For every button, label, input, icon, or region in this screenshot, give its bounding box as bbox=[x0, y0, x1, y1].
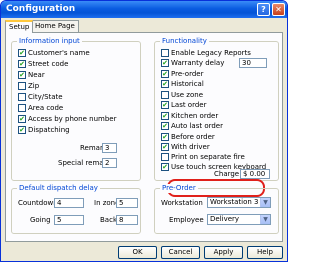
checkbox-with-driver[interactable]: ✔ With driver bbox=[161, 143, 210, 152]
check-icon: ✔ bbox=[18, 126, 26, 134]
help-button[interactable]: Help bbox=[247, 246, 283, 259]
checkbox-box bbox=[161, 91, 169, 99]
checkbox-label: Access by phone number bbox=[28, 115, 117, 123]
check-icon: ✔ bbox=[161, 80, 169, 88]
check-icon: ✔ bbox=[18, 49, 26, 57]
apply-button[interactable]: Apply bbox=[204, 246, 243, 259]
configuration-window: Configuration ? ✕ Setup Home Page Inform… bbox=[0, 0, 288, 262]
checkbox-street-code[interactable]: ✔ Street code bbox=[18, 60, 68, 69]
check-icon: ✔ bbox=[161, 70, 169, 78]
charge-input[interactable]: $ 0.00 bbox=[240, 169, 270, 179]
check-icon: ✔ bbox=[18, 71, 26, 79]
functionality-group: Functionality Enable Legacy Reports ✔ War… bbox=[154, 37, 279, 181]
back-label: Back bbox=[100, 216, 117, 224]
checkbox-label: Historical bbox=[171, 80, 204, 88]
checkbox-label: Street code bbox=[28, 60, 69, 68]
help-title-button[interactable]: ? bbox=[257, 3, 270, 16]
employee-select[interactable]: Delivery ▼ bbox=[207, 214, 271, 225]
checkbox-enable-legacy-reports[interactable]: Enable Legacy Reports bbox=[161, 49, 251, 58]
checkbox-warranty-delay[interactable]: ✔ Warranty delay bbox=[161, 59, 224, 68]
pre-order-title: Pre-Order bbox=[160, 184, 198, 193]
checkbox-print-separate-fire[interactable]: Print on separate fire bbox=[161, 153, 245, 162]
checkbox-auto-last-order[interactable]: ✔ Auto last order bbox=[161, 122, 223, 131]
charge-label: Charge bbox=[214, 170, 240, 178]
checkbox-last-order[interactable]: ✔ Last order bbox=[161, 101, 206, 110]
checkbox-box bbox=[161, 49, 169, 57]
employee-label: Employee bbox=[169, 216, 204, 224]
chevron-down-icon[interactable]: ▼ bbox=[260, 198, 270, 207]
checkbox-label: Area code bbox=[28, 104, 64, 112]
window-title: Configuration bbox=[6, 4, 76, 14]
check-icon: ✔ bbox=[161, 59, 169, 67]
dispatch-delay-group: Default dispatch delay Countdown 4 In zo… bbox=[11, 184, 141, 234]
checkbox-kitchen-order[interactable]: ✔ Kitchen order bbox=[161, 112, 218, 121]
check-icon: ✔ bbox=[18, 115, 26, 123]
tab-setup[interactable]: Setup bbox=[5, 20, 34, 33]
employee-value: Delivery bbox=[210, 215, 240, 223]
checkbox-use-zone[interactable]: Use zone bbox=[161, 91, 203, 100]
checkbox-label: Kitchen order bbox=[171, 112, 219, 120]
checkbox-label: Customer's name bbox=[28, 49, 90, 57]
workstation-label: Workstation bbox=[161, 199, 203, 207]
countdown-input[interactable]: 4 bbox=[54, 198, 84, 208]
setup-panel: Information input ✔ Customer's name ✔ Stre… bbox=[5, 32, 283, 242]
checkbox-label: Pre-order bbox=[171, 70, 204, 78]
checkbox-label: Zip bbox=[28, 82, 40, 90]
dispatch-delay-title: Default dispatch delay bbox=[17, 184, 100, 193]
information-input-title: Information input bbox=[17, 37, 82, 46]
checkbox-area-code[interactable]: Area code bbox=[18, 104, 63, 113]
checkbox-city-state[interactable]: City/State bbox=[18, 93, 63, 102]
checkbox-pre-order[interactable]: ✔ Pre-order bbox=[161, 70, 203, 79]
going-label: Going bbox=[30, 216, 51, 224]
checkbox-box bbox=[161, 153, 169, 161]
remark-input[interactable]: 3 bbox=[102, 143, 117, 153]
check-icon: ✔ bbox=[161, 101, 169, 109]
checkbox-label: Warranty delay bbox=[171, 59, 225, 67]
special-remark-input[interactable]: 2 bbox=[102, 158, 117, 168]
checkbox-label: Dispatching bbox=[28, 126, 70, 134]
warranty-delay-input[interactable]: 30 bbox=[239, 58, 267, 68]
checkbox-box bbox=[18, 82, 26, 90]
checkbox-label: Near bbox=[28, 71, 45, 79]
checkbox-label: Auto last order bbox=[171, 122, 223, 130]
chevron-down-icon[interactable]: ▼ bbox=[260, 215, 270, 224]
back-input[interactable]: 8 bbox=[116, 215, 138, 225]
in-zone-input[interactable]: 5 bbox=[116, 198, 138, 208]
checkbox-label: Last order bbox=[171, 101, 207, 109]
checkbox-near[interactable]: ✔ Near bbox=[18, 71, 45, 80]
check-icon: ✔ bbox=[161, 112, 169, 120]
checkbox-label: Print on separate fire bbox=[171, 153, 245, 161]
checkbox-label: Use zone bbox=[171, 91, 204, 99]
functionality-title: Functionality bbox=[160, 37, 209, 46]
title-bar: Configuration ? ✕ bbox=[1, 1, 287, 18]
workstation-select[interactable]: Workstation 3 ▼ bbox=[207, 197, 271, 208]
checkbox-box bbox=[18, 93, 26, 101]
checkbox-zip[interactable]: Zip bbox=[18, 82, 39, 91]
checkbox-label: With driver bbox=[171, 143, 210, 151]
checkbox-customers-name[interactable]: ✔ Customer's name bbox=[18, 49, 90, 58]
check-icon: ✔ bbox=[161, 122, 169, 130]
checkbox-before-order[interactable]: ✔ Before order bbox=[161, 133, 215, 142]
information-input-group: Information input ✔ Customer's name ✔ Stre… bbox=[11, 37, 141, 181]
checkbox-historical[interactable]: ✔ Historical bbox=[161, 80, 204, 89]
check-icon: ✔ bbox=[161, 133, 169, 141]
checkbox-label: Enable Legacy Reports bbox=[171, 49, 251, 57]
close-button[interactable]: ✕ bbox=[272, 3, 285, 16]
checkbox-dispatching[interactable]: ✔ Dispatching bbox=[18, 126, 70, 135]
ok-button[interactable]: OK bbox=[118, 246, 157, 259]
checkbox-label: Before order bbox=[171, 133, 215, 141]
pre-order-group: Pre-Order Workstation Workstation 3 ▼ Em… bbox=[154, 184, 279, 234]
countdown-label: Countdown bbox=[18, 199, 58, 207]
check-icon: ✔ bbox=[18, 60, 26, 68]
checkbox-access-by-phone[interactable]: ✔ Access by phone number bbox=[18, 115, 116, 124]
check-icon: ✔ bbox=[161, 143, 169, 151]
workstation-value: Workstation 3 bbox=[210, 198, 259, 206]
cancel-button[interactable]: Cancel bbox=[161, 246, 200, 259]
check-icon: ✔ bbox=[161, 163, 169, 171]
tab-home-page[interactable]: Home Page bbox=[31, 20, 79, 32]
going-input[interactable]: 5 bbox=[54, 215, 84, 225]
checkbox-box bbox=[18, 104, 26, 112]
checkbox-label: City/State bbox=[28, 93, 63, 101]
